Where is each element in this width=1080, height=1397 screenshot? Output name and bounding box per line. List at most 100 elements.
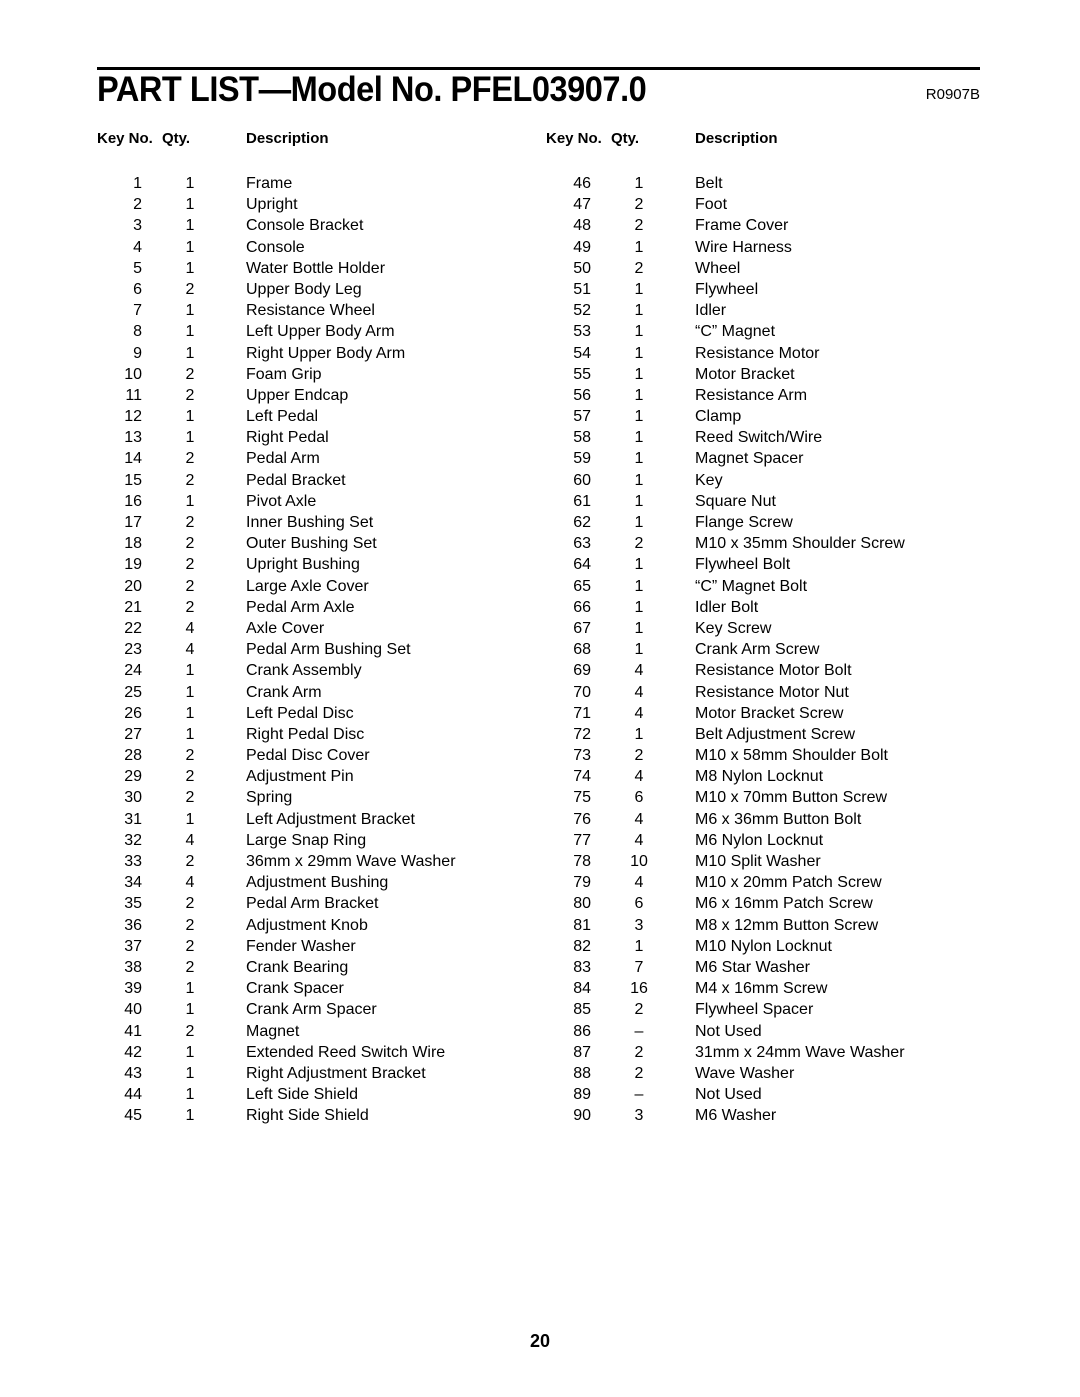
- part-row: 36 2 Adjustment Knob: [97, 915, 537, 936]
- part-qty: 1: [185, 259, 195, 277]
- part-key-no: 38: [124, 958, 142, 976]
- part-row: 76 4 M6 x 36mm Button Bolt: [546, 809, 986, 830]
- part-key-no: 68: [573, 641, 591, 659]
- part-qty: 2: [185, 853, 195, 870]
- part-description: Crank Arm: [246, 683, 322, 701]
- part-row: 2 1 Upright: [97, 194, 537, 215]
- part-key-no: 27: [124, 725, 142, 743]
- part-description: “C” Magnet Bolt: [695, 577, 808, 595]
- part-description: Right Upper Body Arm: [246, 344, 406, 362]
- part-description: Pedal Arm Bracket: [246, 895, 379, 913]
- part-qty: 2: [634, 1064, 644, 1082]
- part-key-no: 82: [573, 937, 591, 955]
- part-qty: 1: [185, 238, 195, 256]
- part-key-no: 79: [573, 874, 591, 892]
- part-qty: 7: [634, 958, 644, 976]
- part-key-no: 41: [124, 1022, 142, 1040]
- part-description: Large Snap Ring: [246, 831, 367, 849]
- part-description: Belt: [695, 175, 723, 192]
- part-row: 82 1 M10 Nylon Locknut: [546, 936, 986, 957]
- part-key-no: 58: [573, 429, 591, 447]
- part-description: Foot: [695, 196, 728, 214]
- part-description: M6 Washer: [695, 1107, 777, 1125]
- part-description: Right Pedal Disc: [246, 725, 365, 743]
- part-qty: 1: [634, 725, 644, 743]
- part-key-no: 57: [573, 408, 591, 426]
- part-row: 27 1 Right Pedal Disc: [97, 724, 537, 745]
- part-row: 61 1 Square Nut: [546, 491, 986, 512]
- part-row: 9 1 Right Upper Body Arm: [97, 343, 537, 364]
- part-row: 18 2 Outer Bushing Set: [97, 533, 537, 554]
- part-qty: 1: [634, 514, 644, 531]
- part-key-no: 66: [573, 598, 591, 616]
- part-qty: 1: [185, 683, 195, 701]
- part-description: Axle Cover: [246, 619, 325, 637]
- part-key-no: 25: [124, 683, 142, 701]
- part-key-no: 89: [573, 1086, 591, 1104]
- part-key-no: 86: [573, 1022, 591, 1040]
- part-key-no: 36: [124, 916, 142, 934]
- part-row: 11 2 Upper Endcap: [97, 385, 537, 406]
- part-row: 51 1 Flywheel: [546, 279, 986, 300]
- part-description: Pedal Arm: [246, 450, 320, 468]
- part-row: 15 2 Pedal Bracket: [97, 470, 537, 491]
- part-row: 29 2 Adjustment Pin: [97, 766, 537, 787]
- part-description: Wheel: [695, 259, 741, 277]
- header-qty: Qty.: [162, 130, 191, 147]
- part-qty: 4: [185, 874, 195, 892]
- part-row: 38 2 Crank Bearing: [97, 957, 537, 978]
- part-qty: 1: [185, 1086, 195, 1104]
- part-row: 1 1 Frame: [97, 173, 537, 194]
- parts-list-right: 46 1 Belt 47 2 Foot 48 2 Frame Cover 49 1 Wire Harn…: [546, 173, 986, 1126]
- part-row: 42 1 Extended Reed Switch Wire: [97, 1042, 537, 1063]
- part-description: Crank Spacer: [246, 980, 344, 998]
- part-description: 36mm x 29mm Wave Washer: [246, 853, 456, 870]
- part-description: M6 Star Washer: [695, 958, 810, 976]
- part-description: Fender Washer: [246, 937, 356, 955]
- part-qty: 1: [634, 386, 644, 404]
- part-key-no: 80: [573, 895, 591, 913]
- part-description: Motor Bracket Screw: [695, 704, 844, 722]
- part-key-no: 87: [573, 1043, 591, 1061]
- part-description: M10 x 70mm Button Screw: [695, 789, 888, 807]
- part-key-no: 37: [124, 937, 142, 955]
- part-key-no: 9: [133, 344, 142, 362]
- part-qty: 1: [185, 810, 195, 828]
- part-key-no: 44: [124, 1086, 142, 1104]
- part-qty: 2: [185, 280, 195, 298]
- part-key-no: 8: [133, 323, 142, 341]
- part-row: 67 1 Key Screw: [546, 618, 986, 639]
- part-row: 25 1 Crank Arm: [97, 682, 537, 703]
- part-key-no: 4: [133, 238, 142, 256]
- part-key-no: 42: [124, 1043, 142, 1061]
- part-description: Adjustment Pin: [246, 768, 354, 786]
- part-key-no: 74: [573, 768, 591, 786]
- part-qty: 1: [634, 619, 644, 637]
- part-description: Reed Switch/Wire: [695, 429, 823, 447]
- part-description: “C” Magnet: [695, 323, 776, 341]
- part-row: 64 1 Flywheel Bolt: [546, 554, 986, 575]
- part-key-no: 75: [573, 789, 591, 807]
- part-row: 13 1 Right Pedal: [97, 427, 537, 448]
- part-row: 46 1 Belt: [546, 173, 986, 194]
- part-row: 26 1 Left Pedal Disc: [97, 703, 537, 724]
- part-qty: 1: [185, 429, 195, 447]
- part-key-no: 26: [124, 704, 142, 722]
- part-qty: 3: [634, 916, 644, 934]
- part-qty: 1: [185, 704, 195, 722]
- part-description: M10 Split Washer: [695, 853, 821, 870]
- part-row: 45 1 Right Side Shield: [97, 1105, 537, 1126]
- part-qty: 1: [634, 323, 644, 341]
- part-key-no: 70: [573, 683, 591, 701]
- part-key-no: 62: [573, 514, 591, 531]
- part-row: 23 4 Pedal Arm Bushing Set: [97, 639, 537, 660]
- header-description: Description: [695, 130, 778, 147]
- part-key-no: 77: [573, 831, 591, 849]
- part-row: 12 1 Left Pedal: [97, 406, 537, 427]
- part-qty: 4: [634, 704, 644, 722]
- part-qty: 2: [185, 958, 195, 976]
- part-row: 62 1 Flange Screw: [546, 512, 986, 533]
- part-description: Upright: [246, 196, 298, 214]
- part-qty: 2: [185, 598, 195, 616]
- part-row: 77 4 M6 Nylon Locknut: [546, 830, 986, 851]
